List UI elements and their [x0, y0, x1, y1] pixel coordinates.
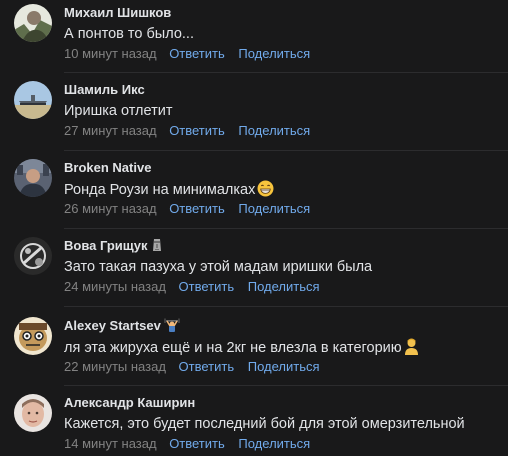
comment-item: Александр Каширин Кажется, это будет пос…	[0, 390, 508, 456]
comment-text: Ронда Роузи на минималках	[64, 180, 274, 202]
person-lifting-weights-emoji	[163, 318, 180, 337]
comment-item: Broken Native Ронда Роузи на минималках …	[0, 155, 508, 225]
comment-meta: 27 минут назад Ответить Поделиться	[64, 123, 320, 139]
comment-item: Alexey Startsev ля эта жируха ещё и на 2…	[0, 313, 508, 383]
share-button[interactable]: Поделиться	[238, 201, 310, 216]
user-avatar-icon[interactable]	[14, 159, 52, 197]
reply-button[interactable]: Ответить	[169, 436, 225, 451]
reply-button[interactable]: Ответить	[179, 359, 235, 374]
divider	[64, 306, 508, 307]
reply-button[interactable]: Ответить	[179, 279, 235, 294]
comment-author[interactable]: Вова Грищук	[64, 238, 163, 257]
comment-text: Зато такая пазуха у этой мадам иришки бы…	[64, 259, 373, 275]
reply-button[interactable]: Ответить	[169, 46, 225, 61]
comment-author-name: Вова Грищук	[64, 238, 148, 253]
comment-author[interactable]: Александр Каширин	[64, 395, 195, 411]
comment-text-body: ля эта жируха ещё и на 2кг не влезла в к…	[64, 340, 402, 356]
comment-text: Кажется, это будет последний бой для это…	[64, 416, 465, 432]
comment-time[interactable]: 27 минут назад	[64, 123, 157, 138]
comment-time[interactable]: 22 минуты назад	[64, 359, 166, 374]
comment-meta: 14 минут назад Ответить Поделиться	[64, 436, 320, 452]
comment-author[interactable]: Михаил Шишков	[64, 5, 171, 21]
user-avatar-icon[interactable]	[14, 237, 52, 275]
comment-meta: 26 минут назад Ответить Поделиться	[64, 201, 320, 217]
user-avatar-icon[interactable]	[14, 394, 52, 432]
comment-time[interactable]: 14 минут назад	[64, 436, 157, 451]
comment-text: ля эта жируха ещё и на 2кг не влезла в к…	[64, 338, 419, 360]
comment-text: А понтов то было...	[64, 26, 194, 42]
share-button[interactable]: Поделиться	[248, 359, 320, 374]
user-avatar-icon[interactable]	[14, 81, 52, 119]
comment-author[interactable]: Broken Native	[64, 160, 151, 176]
comment-item: Вова Грищук Зато такая пазуха у этой мад…	[0, 233, 508, 303]
share-button[interactable]: Поделиться	[238, 123, 310, 138]
comment-author-name: Alexey Startsev	[64, 318, 161, 333]
reply-button[interactable]: Ответить	[169, 123, 225, 138]
divider	[64, 72, 508, 73]
comment-item: Шамиль Икс Иришка отлетит 27 минут назад…	[0, 77, 508, 147]
grinning-face-emoji	[257, 180, 274, 202]
user-avatar-icon[interactable]	[14, 317, 52, 355]
moai-emoji	[151, 238, 163, 257]
comment-text: Иришка отлетит	[64, 103, 173, 119]
share-button[interactable]: Поделиться	[238, 46, 310, 61]
user-avatar-icon[interactable]	[14, 4, 52, 42]
comment-meta: 24 минуты назад Ответить Поделиться	[64, 279, 330, 295]
divider	[64, 228, 508, 229]
share-button[interactable]: Поделиться	[248, 279, 320, 294]
reply-button[interactable]: Ответить	[169, 201, 225, 216]
person-emoji	[404, 338, 419, 360]
comment-time[interactable]: 24 минуты назад	[64, 279, 166, 294]
comment-author[interactable]: Alexey Startsev	[64, 318, 180, 337]
comment-time[interactable]: 26 минут назад	[64, 201, 157, 216]
comment-author[interactable]: Шамиль Икс	[64, 82, 145, 98]
comment-item: Михаил Шишков А понтов то было... 10 мин…	[0, 0, 508, 70]
comment-time[interactable]: 10 минут назад	[64, 46, 157, 61]
share-button[interactable]: Поделиться	[238, 436, 310, 451]
comment-text-body: Ронда Роузи на минималках	[64, 182, 256, 198]
comment-meta: 10 минут назад Ответить Поделиться	[64, 46, 320, 62]
divider	[64, 150, 508, 151]
comment-meta: 22 минуты назад Ответить Поделиться	[64, 359, 330, 375]
divider	[64, 385, 508, 386]
comments-list: Михаил Шишков А понтов то было... 10 мин…	[0, 0, 508, 456]
